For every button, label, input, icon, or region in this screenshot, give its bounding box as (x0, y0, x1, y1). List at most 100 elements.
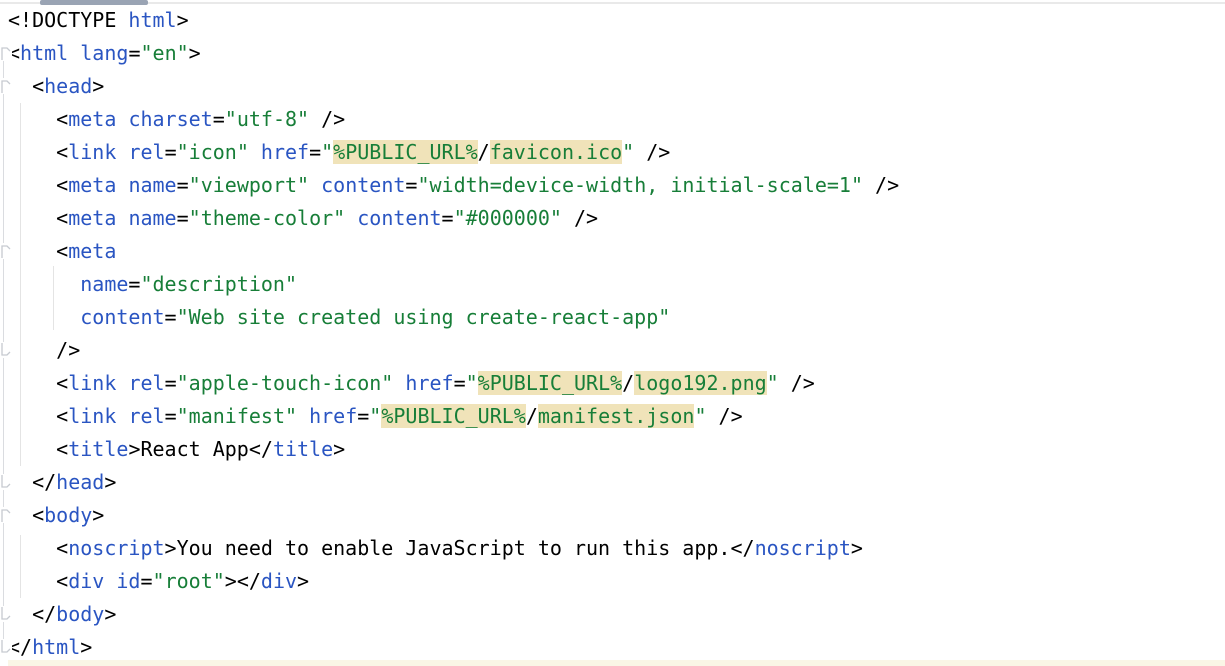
code-token: >You need to enable JavaScript to run th… (165, 536, 755, 560)
code-text-area[interactable]: <!DOCTYPE html><html lang="en"> <head> <… (0, 4, 1225, 664)
code-line[interactable]: <!DOCTYPE html> (0, 4, 1225, 37)
code-token: </ (8, 602, 56, 626)
code-line[interactable]: /> (0, 334, 1225, 367)
code-token: href (261, 140, 309, 164)
code-token: noscript (68, 536, 164, 560)
code-line[interactable]: <link rel="manifest" href="%PUBLIC_URL%/… (0, 400, 1225, 433)
code-token: meta (68, 173, 116, 197)
code-line[interactable]: name="description" (0, 268, 1225, 301)
code-token: "theme-color" (189, 206, 346, 230)
code-token: head (56, 470, 104, 494)
code-token: meta (68, 107, 116, 131)
code-token: name (128, 173, 176, 197)
code-token: html (128, 8, 176, 32)
code-token: < (8, 569, 68, 593)
code-token: < (8, 74, 44, 98)
code-line[interactable]: <link rel="apple-touch-icon" href="%PUBL… (0, 367, 1225, 400)
code-token: div (261, 569, 297, 593)
code-token: favicon.ico (490, 140, 622, 164)
code-token: link (68, 371, 116, 395)
code-line[interactable]: <meta (0, 235, 1225, 268)
code-token: /> (8, 338, 80, 362)
code-token: "width=device-width, initial-scale=1" (417, 173, 863, 197)
code-token (116, 404, 128, 428)
code-line[interactable]: </body> (0, 598, 1225, 631)
code-token: > (80, 635, 92, 659)
code-token: body (44, 503, 92, 527)
code-fold-marker[interactable] (0, 45, 12, 61)
code-token: < (8, 140, 68, 164)
horizontal-scrollbar-thumb[interactable] (40, 0, 148, 5)
code-line[interactable]: <head> (0, 70, 1225, 103)
code-line[interactable]: <meta name="viewport" content="width=dev… (0, 169, 1225, 202)
code-token: = (405, 173, 417, 197)
code-fold-marker[interactable] (0, 639, 12, 655)
code-fold-marker[interactable] (0, 474, 12, 490)
code-token: rel (128, 371, 164, 395)
code-token: rel (128, 140, 164, 164)
code-token: title (68, 437, 128, 461)
code-line[interactable]: </head> (0, 466, 1225, 499)
code-line[interactable]: <body> (0, 499, 1225, 532)
code-token: > (92, 74, 104, 98)
code-token: = (165, 404, 177, 428)
code-token: = (213, 107, 225, 131)
code-token (297, 404, 309, 428)
code-line[interactable]: <title>React App</title> (0, 433, 1225, 466)
code-fold-marker[interactable] (0, 243, 12, 259)
code-line[interactable]: <html lang="en"> (0, 37, 1225, 70)
code-token: " (321, 140, 333, 164)
code-token (68, 41, 80, 65)
code-token: html (20, 41, 68, 65)
current-line-highlight (8, 660, 1225, 666)
code-token: = (165, 305, 177, 329)
code-token: > (104, 470, 116, 494)
code-token: /> (863, 173, 899, 197)
code-token: > (333, 437, 345, 461)
code-token: %PUBLIC_URL% (333, 140, 478, 164)
code-token: "Web site created using create-react-app… (177, 305, 671, 329)
code-line[interactable]: <div id="root"></div> (0, 565, 1225, 598)
code-token: " (466, 371, 478, 395)
code-token: html (32, 635, 80, 659)
code-token: / (526, 404, 538, 428)
code-line[interactable]: <meta name="theme-color" content="#00000… (0, 202, 1225, 235)
code-token (249, 140, 261, 164)
code-token: / (478, 140, 490, 164)
code-token (116, 371, 128, 395)
code-token: < (8, 371, 68, 395)
code-token: > (851, 536, 863, 560)
code-token: < (8, 173, 68, 197)
code-token: lang (80, 41, 128, 65)
code-token: "viewport" (189, 173, 309, 197)
code-line[interactable]: <link rel="icon" href="%PUBLIC_URL%/favi… (0, 136, 1225, 169)
code-token: ></ (225, 569, 261, 593)
code-token: </ (8, 470, 56, 494)
code-token: = (128, 41, 140, 65)
code-token: body (56, 602, 104, 626)
code-line[interactable]: content="Web site created using create-r… (0, 301, 1225, 334)
code-token: < (8, 239, 68, 263)
code-token: /> (562, 206, 598, 230)
code-editor[interactable]: <!DOCTYPE html><html lang="en"> <head> <… (0, 0, 1225, 666)
code-token: href (309, 404, 357, 428)
code-token: "icon" (177, 140, 249, 164)
code-fold-marker[interactable] (0, 78, 12, 94)
code-token: = (309, 140, 321, 164)
code-token (309, 173, 321, 197)
code-token: = (177, 173, 189, 197)
horizontal-scrollbar-track[interactable] (0, 2, 1225, 4)
code-token (116, 206, 128, 230)
code-token (104, 569, 116, 593)
code-token: > (177, 8, 189, 32)
code-line[interactable]: <meta charset="utf-8" /> (0, 103, 1225, 136)
code-token: %PUBLIC_URL% (381, 404, 526, 428)
code-fold-marker[interactable] (0, 507, 12, 523)
code-token: = (165, 140, 177, 164)
code-fold-marker[interactable] (0, 606, 12, 622)
code-token: link (68, 404, 116, 428)
code-token: > (92, 503, 104, 527)
code-token: "utf-8" (225, 107, 309, 131)
code-fold-marker[interactable] (0, 342, 12, 358)
code-line[interactable]: <noscript>You need to enable JavaScript … (0, 532, 1225, 565)
